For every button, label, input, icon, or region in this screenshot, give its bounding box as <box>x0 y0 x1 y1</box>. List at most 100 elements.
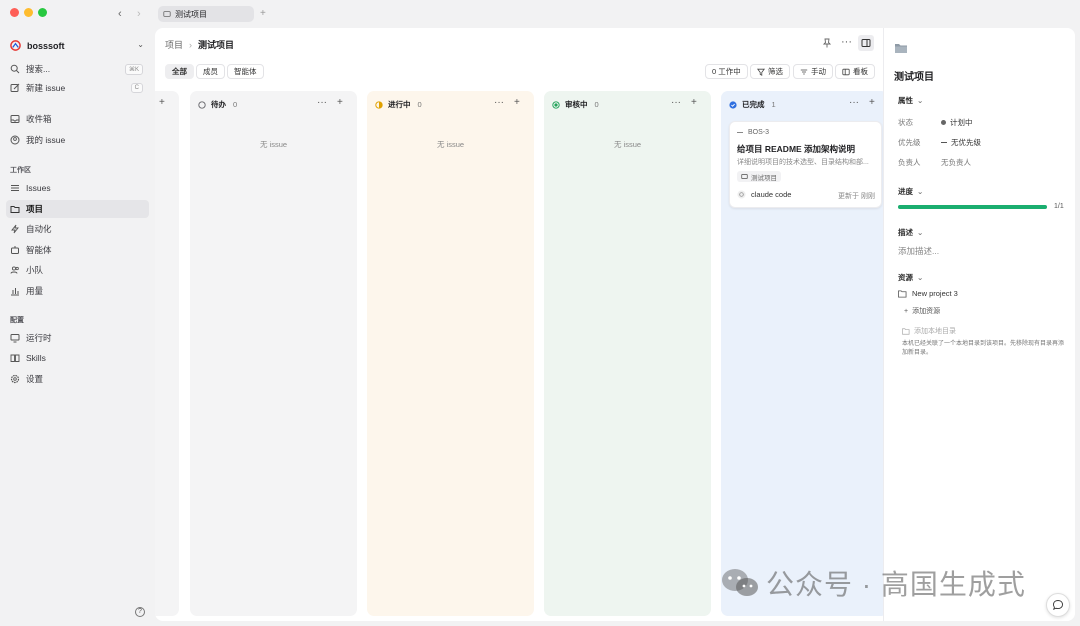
filter-tab-all[interactable]: 全部 <box>165 64 194 79</box>
help-icon[interactable]: ? <box>135 607 145 617</box>
issue-card[interactable]: BOS-3 给项目 README 添加架构说明 详细说明项目的技术选型、目录结构… <box>729 121 882 208</box>
add-local-dir-button[interactable]: 添加本地目录 <box>902 326 956 336</box>
back-icon[interactable]: ‹ <box>118 8 122 20</box>
my-issues-label: 我的 issue <box>26 135 66 145</box>
inbox-icon <box>10 115 20 123</box>
column-header: 待办 0 <box>198 99 237 110</box>
working-count-button[interactable]: 0 工作中 <box>705 64 748 79</box>
properties-label: 属性 <box>898 96 913 105</box>
more-options-icon[interactable]: ··· <box>671 97 681 108</box>
project-badge: 测试项目 <box>737 171 781 182</box>
sidebar-item-label: 运行时 <box>26 333 52 343</box>
column-tools: ··· + <box>671 97 697 108</box>
robot-icon <box>11 246 19 254</box>
main-panel: 项目 › 测试项目 ··· 全部 成员 智能体 0 工作中 筛选 手动 看板 +… <box>155 28 1075 621</box>
watermark-text: 公众号 · 高国生成式 <box>766 569 1026 600</box>
add-resource-button[interactable]: + 添加资源 <box>904 306 940 316</box>
folder-open-icon <box>898 289 907 298</box>
status-value[interactable]: 计划中 <box>941 117 973 128</box>
more-options-icon[interactable]: ··· <box>317 97 327 108</box>
agent-avatar-icon <box>737 190 746 199</box>
column-header: 已完成 1 <box>729 99 776 110</box>
sidebar-item-usage[interactable]: 用量 <box>6 282 149 300</box>
sidebar-item-settings[interactable]: 设置 <box>6 370 149 388</box>
description-heading[interactable]: 描述 ⌄ <box>898 227 923 238</box>
column-count: 0 <box>417 100 422 109</box>
sidebar-panel-icon <box>861 39 871 47</box>
sidebar-item-label: 小队 <box>26 265 44 275</box>
minimize-window-button[interactable] <box>24 8 33 17</box>
section-workspace-heading: 工作区 <box>10 167 31 174</box>
tab-project[interactable]: 测试项目 <box>158 6 254 22</box>
sidebar-item-projects[interactable]: 项目 <box>6 200 149 218</box>
empty-text: 无 issue <box>259 140 288 149</box>
sidebar-item-skills[interactable]: Skills <box>6 349 149 367</box>
add-issue-icon[interactable]: + <box>514 97 520 108</box>
column-tools: ··· + <box>849 97 875 108</box>
sidebar-item-my-issues[interactable]: 我的 issue <box>6 131 149 149</box>
breadcrumb-parent[interactable]: 项目 <box>165 38 183 51</box>
sidebar-item-label: 设置 <box>26 374 44 384</box>
gear-icon <box>10 374 20 384</box>
assignee-name: claude code <box>751 190 792 199</box>
add-issue-icon[interactable]: + <box>337 97 343 108</box>
view-button[interactable]: 看板 <box>835 64 875 79</box>
chat-button[interactable] <box>1046 593 1070 617</box>
priority-value[interactable]: 无优先级 <box>941 137 981 148</box>
sidebar-item-issues[interactable]: Issues <box>6 179 149 197</box>
board-column-in-progress: 进行中 0 ··· + 无 issue <box>367 91 534 616</box>
new-issue-button[interactable]: 新建 issue C <box>6 79 149 97</box>
status-key: 状态 <box>898 118 913 127</box>
review-status-icon <box>552 100 560 109</box>
column-title: 已完成 <box>742 100 765 109</box>
progress-heading[interactable]: 进度 ⌄ <box>898 186 923 197</box>
workspace-switcher[interactable]: bosssoft ⌄ <box>10 40 144 51</box>
description-input[interactable]: 添加描述... <box>898 245 939 257</box>
issue-title: 给项目 README 添加架构说明 <box>737 144 856 154</box>
sidebar-item-team[interactable]: 小队 <box>6 261 149 279</box>
sidebar-item-label: Issues <box>26 183 51 193</box>
search-button[interactable]: 搜索... ⌘K <box>6 60 149 78</box>
more-options-icon[interactable]: ··· <box>494 97 504 108</box>
sidebar-item-runtime[interactable]: 运行时 <box>6 329 149 347</box>
forward-icon[interactable]: › <box>137 8 141 20</box>
board-column-done: 已完成 1 ··· + BOS-3 给项目 README 添加架构说明 详细说明项… <box>721 91 888 616</box>
priority-key: 优先级 <box>898 138 921 147</box>
resources-label: 资源 <box>898 273 913 282</box>
chevron-down-icon: ⌄ <box>137 40 144 49</box>
add-issue-icon[interactable]: + <box>869 97 875 108</box>
toggle-panel-button[interactable] <box>858 35 874 51</box>
sidebar-item-label: 用量 <box>26 286 44 296</box>
monitor-icon <box>10 334 20 343</box>
column-count: 0 <box>594 100 599 109</box>
filter-tab-agents[interactable]: 智能体 <box>227 64 264 79</box>
more-options-icon[interactable]: ··· <box>849 97 859 108</box>
add-column-icon[interactable]: + <box>159 97 165 108</box>
chevron-down-icon: ⌄ <box>917 228 924 237</box>
breadcrumb-separator-icon: › <box>189 39 193 50</box>
sort-button[interactable]: 手动 <box>793 64 833 79</box>
close-window-button[interactable] <box>10 8 19 17</box>
new-tab-button[interactable]: + <box>260 8 266 19</box>
filter-tab-members[interactable]: 成员 <box>196 64 225 79</box>
user-circle-icon <box>10 135 20 145</box>
pin-icon[interactable] <box>822 38 832 48</box>
sidebar: bosssoft ⌄ 搜索... ⌘K 新建 issue C 收件箱 我的 is… <box>0 28 155 626</box>
new-issue-shortcut: C <box>130 83 143 93</box>
resources-heading[interactable]: 资源 ⌄ <box>898 272 923 283</box>
new-issue-label: 新建 issue <box>26 83 66 93</box>
more-options-icon[interactable]: ··· <box>841 36 852 48</box>
add-issue-icon[interactable]: + <box>691 97 697 108</box>
folder-icon <box>902 327 910 335</box>
zoom-window-button[interactable] <box>38 8 47 17</box>
filter-button[interactable]: 筛选 <box>750 64 790 79</box>
sidebar-item-agents[interactable]: 智能体 <box>6 241 149 259</box>
owner-value[interactable]: 无负责人 <box>941 157 971 168</box>
sidebar-item-inbox[interactable]: 收件箱 <box>6 110 149 128</box>
done-status-icon <box>729 100 737 109</box>
resource-item[interactable]: New project 3 <box>898 289 958 298</box>
project-icon <box>741 173 748 180</box>
sidebar-item-automation[interactable]: 自动化 <box>6 220 149 238</box>
empty-text: 无 issue <box>613 140 642 149</box>
properties-heading[interactable]: 属性 ⌄ <box>898 95 923 106</box>
